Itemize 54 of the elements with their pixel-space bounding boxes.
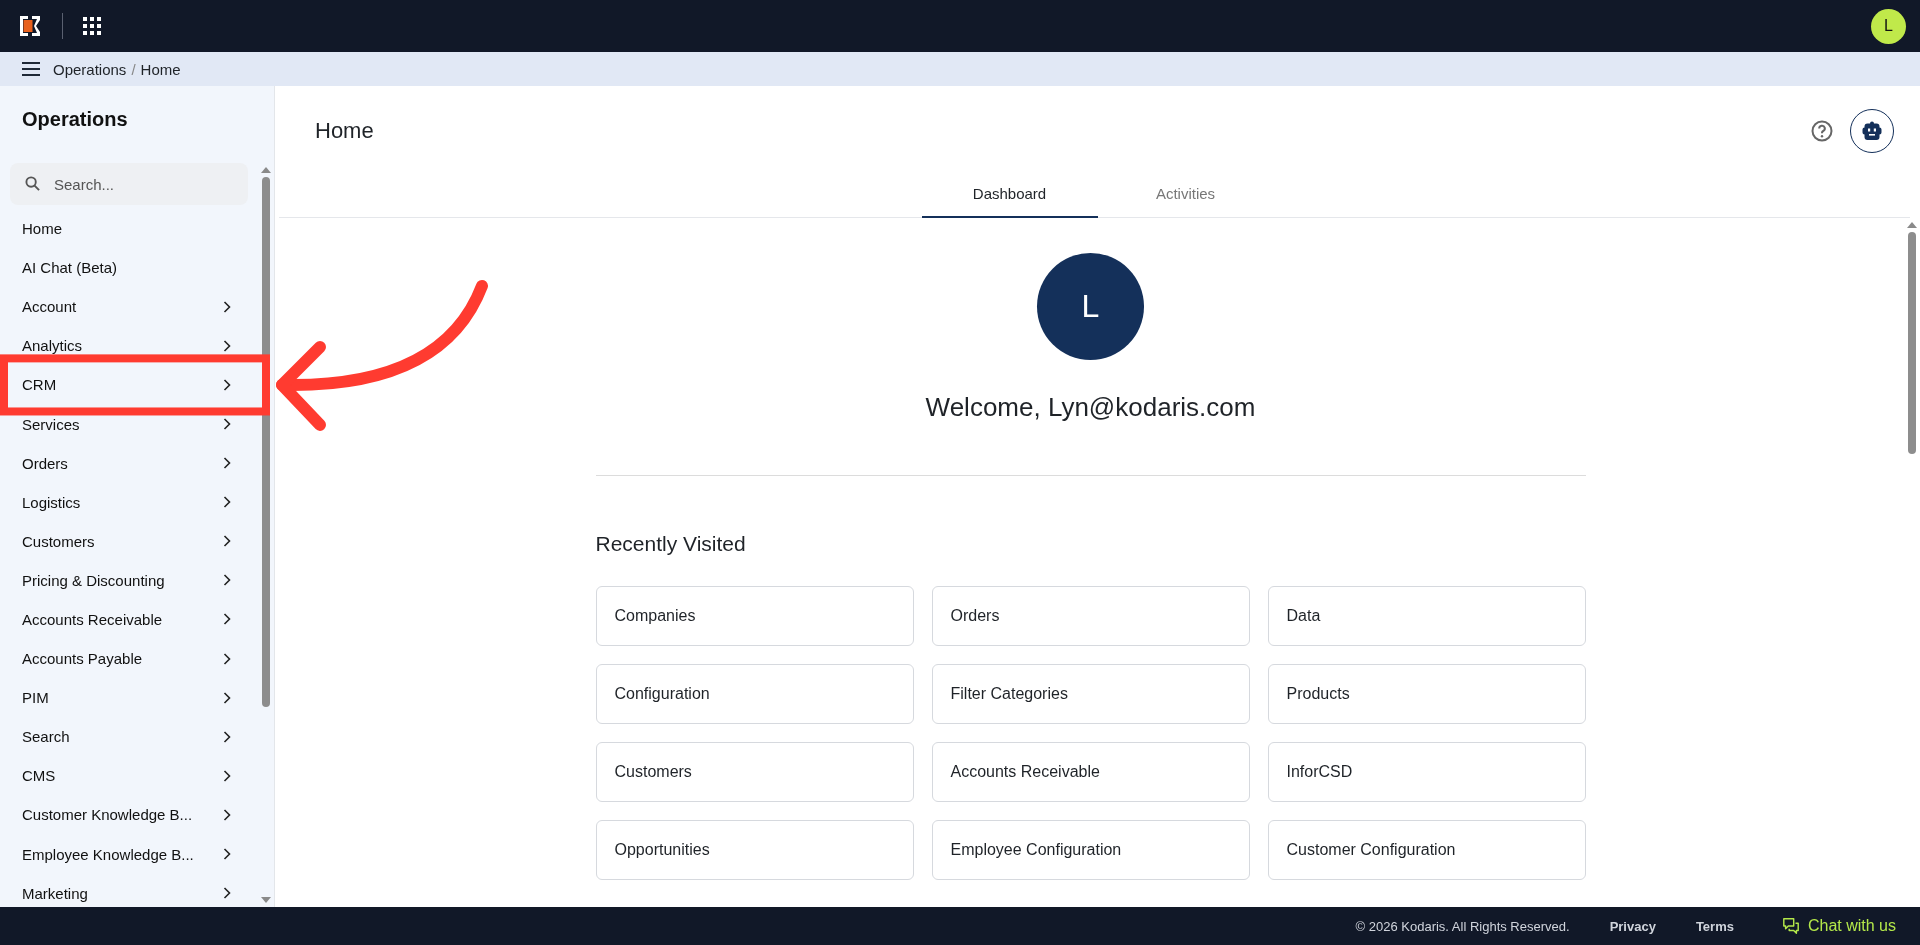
sidebar-item[interactable]: AI Chat (Beta)	[0, 248, 260, 288]
recent-link-card[interactable]: Products	[1267, 664, 1586, 724]
recent-link-card[interactable]: Employee Configuration	[931, 820, 1250, 880]
sidebar-item[interactable]: Orders	[0, 443, 260, 483]
sidebar-item[interactable]: CRM	[0, 365, 260, 405]
chat-link[interactable]: Chat with us	[1781, 917, 1896, 935]
sidebar-item[interactable]: Customer Knowledge B...	[0, 795, 260, 835]
recent-link-card[interactable]: Filter Categories	[931, 664, 1250, 724]
sidebar-item[interactable]: Logistics	[0, 482, 260, 522]
sidebar-item[interactable]: Accounts Receivable	[0, 599, 260, 640]
sidebar-item[interactable]: PIM	[0, 678, 260, 718]
recent-link-card[interactable]: Configuration	[595, 664, 914, 724]
page-title: Home	[315, 118, 374, 144]
sidebar-item[interactable]: Customers	[0, 521, 260, 561]
menu-icon[interactable]	[22, 62, 40, 76]
sidebar-item[interactable]: Marketing	[0, 873, 260, 907]
apps-grid-icon[interactable]	[83, 17, 101, 35]
sidebar-item[interactable]: Analytics	[0, 326, 260, 366]
sidebar-item[interactable]: Services	[0, 404, 260, 444]
breadcrumb-link[interactable]: Operations	[53, 60, 127, 78]
search-field[interactable]: Search...	[10, 163, 248, 205]
copyright-text: © 2026 Kodaris. All Rights Reserved.	[1355, 918, 1570, 934]
sidebar-item[interactable]: Account	[0, 287, 260, 327]
footer-link[interactable]: Privacy	[1609, 918, 1656, 934]
sidebar-item[interactable]: Accounts Payable	[0, 639, 260, 679]
assistant-button[interactable]	[1850, 109, 1894, 153]
recent-link-card[interactable]: Companies	[595, 586, 914, 646]
recent-link-card[interactable]: Data	[1267, 586, 1586, 646]
search-icon	[25, 176, 40, 191]
chat-bubbles-icon	[1781, 917, 1800, 935]
help-icon[interactable]	[1810, 119, 1834, 143]
sidebar-item[interactable]: Home	[0, 209, 260, 249]
breadcrumb-link[interactable]: Home	[140, 60, 181, 78]
recent-link-card[interactable]: Opportunities	[595, 820, 914, 880]
sidebar-item[interactable]: Search	[0, 717, 260, 757]
tab[interactable]: Activities	[1097, 170, 1274, 218]
robot-icon	[1860, 119, 1884, 143]
sidebar-item[interactable]: Pricing & Discounting	[0, 560, 260, 600]
welcome-heading: Welcome, Lyn@kodaris.com	[925, 392, 1256, 423]
sidebar-title: Operations	[21, 107, 129, 132]
recent-link-card[interactable]: Accounts Receivable	[931, 742, 1250, 802]
sidebar-item[interactable]: CMS	[0, 756, 260, 796]
recent-link-card[interactable]: Customer Configuration	[1267, 820, 1586, 880]
breadcrumb-separator: /	[131, 60, 136, 78]
footer-link[interactable]: Terms	[1695, 918, 1734, 934]
sidebar-item[interactable]: Employee Knowledge B...	[0, 834, 260, 874]
section-heading: Recently Visited	[595, 532, 747, 556]
user-avatar[interactable]: L	[1871, 8, 1906, 44]
recent-link-card[interactable]: InforCSD	[1267, 742, 1586, 802]
logo-icon[interactable]	[18, 14, 42, 38]
tab[interactable]: Dashboard	[921, 170, 1098, 218]
recent-link-card[interactable]: Orders	[931, 586, 1250, 646]
recent-link-card[interactable]: Customers	[595, 742, 914, 802]
profile-avatar: L	[1037, 253, 1144, 360]
